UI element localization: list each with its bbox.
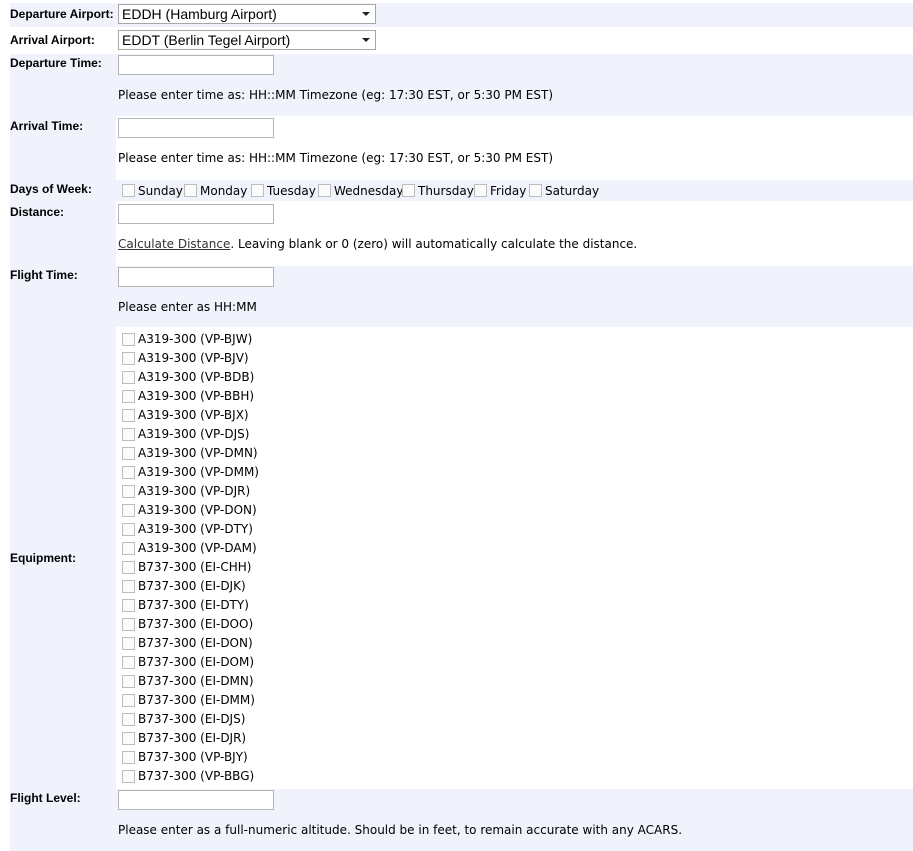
equipment-item-label: A319-300 (VP-BDB)	[138, 370, 255, 384]
saturday-checkbox[interactable]	[529, 184, 542, 197]
equipment-checkbox[interactable]	[122, 485, 135, 498]
equipment-item-label: A319-300 (VP-BBH)	[138, 389, 255, 403]
equipment-checkbox[interactable]	[122, 675, 135, 688]
equipment-checkbox[interactable]	[122, 466, 135, 479]
departure-time-label: Departure Time:	[10, 56, 102, 70]
calculate-distance-link[interactable]: Calculate Distance	[118, 237, 230, 251]
equipment-item-label: B737-300 (EI-DJS)	[138, 712, 246, 726]
equipment-checkbox[interactable]	[122, 561, 135, 574]
equipment-checkbox[interactable]	[122, 428, 135, 441]
flight-time-label: Flight Time:	[10, 268, 78, 282]
arrival-airport-label: Arrival Airport:	[10, 33, 95, 47]
equipment-checkbox[interactable]	[122, 656, 135, 669]
friday-label: Friday	[490, 184, 527, 198]
equipment-item-label: B737-300 (EI-DMM)	[138, 693, 255, 707]
equipment-item-label: A319-300 (VP-DMN)	[138, 446, 258, 460]
wednesday-checkbox[interactable]	[318, 184, 331, 197]
equipment-item-label: B737-300 (VP-BBG)	[138, 769, 255, 783]
sunday-label: Sunday	[138, 184, 183, 198]
equipment-checkbox[interactable]	[122, 713, 135, 726]
saturday-label: Saturday	[545, 184, 600, 198]
tuesday-checkbox[interactable]	[251, 184, 264, 197]
departure-airport-select[interactable]: EDDH (Hamburg Airport)	[118, 4, 376, 24]
friday-checkbox[interactable]	[474, 184, 487, 197]
equipment-checkbox[interactable]	[122, 447, 135, 460]
equipment-item-label: A319-300 (VP-DJR)	[138, 484, 251, 498]
equipment-checkbox[interactable]	[122, 523, 135, 536]
arrival-airport-select[interactable]: EDDT (Berlin Tegel Airport)	[118, 30, 376, 50]
arrival-airport-value: EDDT (Berlin Tegel Airport)	[122, 32, 291, 48]
equipment-item-label: B737-300 (EI-DTY)	[138, 598, 249, 612]
flight-level-label: Flight Level:	[10, 791, 81, 805]
wednesday-label: Wednesday	[334, 184, 404, 198]
equipment-checkbox[interactable]	[122, 504, 135, 517]
equipment-item-label: A319-300 (VP-BJV)	[138, 351, 249, 365]
flight-level-hint: Please enter as a full-numeric altitude.…	[118, 823, 683, 837]
equipment-checkbox[interactable]	[122, 352, 135, 365]
equipment-checkbox[interactable]	[122, 371, 135, 384]
distance-hint: Calculate Distance. Leaving blank or 0 (…	[118, 237, 637, 251]
flight-time-hint: Please enter as HH:MM	[118, 300, 257, 314]
departure-airport-label: Departure Airport:	[10, 7, 114, 21]
equipment-item-label: B737-300 (EI-DMN)	[138, 674, 254, 688]
equipment-item-label: A319-300 (VP-DAM)	[138, 541, 257, 555]
arrival-time-input[interactable]	[118, 118, 274, 138]
equipment-checkbox[interactable]	[122, 333, 135, 346]
equipment-checkbox[interactable]	[122, 618, 135, 631]
departure-airport-value: EDDH (Hamburg Airport)	[122, 6, 277, 22]
equipment-checkbox[interactable]	[122, 542, 135, 555]
equipment-item-label: B737-300 (EI-DOO)	[138, 617, 254, 631]
departure-time-input[interactable]	[118, 55, 274, 75]
equipment-item-label: B737-300 (EI-DJR)	[138, 731, 247, 745]
tuesday-label: Tuesday	[267, 184, 316, 198]
chevron-down-icon	[362, 12, 370, 16]
equipment-label: Equipment:	[10, 551, 76, 565]
equipment-checkbox[interactable]	[122, 751, 135, 764]
equipment-item-label: A319-300 (VP-DTY)	[138, 522, 253, 536]
arrival-time-label: Arrival Time:	[10, 119, 84, 133]
distance-hint-text: . Leaving blank or 0 (zero) will automat…	[230, 237, 638, 251]
distance-input[interactable]	[118, 204, 274, 224]
monday-checkbox[interactable]	[184, 184, 197, 197]
equipment-item-label: A319-300 (VP-DON)	[138, 503, 257, 517]
equipment-item-label: A319-300 (VP-DJS)	[138, 427, 250, 441]
equipment-checkbox[interactable]	[122, 599, 135, 612]
departure-time-hint: Please enter time as: HH::MM Timezone (e…	[118, 88, 553, 102]
flight-level-input[interactable]	[118, 790, 274, 810]
thursday-checkbox[interactable]	[402, 184, 415, 197]
equipment-item-label: B737-300 (EI-DOM)	[138, 655, 255, 669]
chevron-down-icon	[362, 38, 370, 42]
thursday-label: Thursday	[418, 184, 474, 198]
monday-label: Monday	[200, 184, 248, 198]
equipment-checkbox[interactable]	[122, 637, 135, 650]
equipment-checkbox[interactable]	[122, 770, 135, 783]
equipment-item-label: B737-300 (EI-DJK)	[138, 579, 246, 593]
distance-label: Distance:	[10, 205, 65, 219]
equipment-item-label: A319-300 (VP-BJX)	[138, 408, 249, 422]
days-of-week-label: Days of Week:	[10, 182, 92, 196]
equipment-item-label: B737-300 (EI-CHH)	[138, 560, 252, 574]
equipment-checkbox[interactable]	[122, 732, 135, 745]
equipment-item-label: A319-300 (VP-BJW)	[138, 332, 253, 346]
sunday-checkbox[interactable]	[122, 184, 135, 197]
equipment-checkbox[interactable]	[122, 694, 135, 707]
equipment-item-label: B737-300 (VP-BJY)	[138, 750, 248, 764]
flight-time-input[interactable]	[118, 267, 274, 287]
equipment-checkbox[interactable]	[122, 580, 135, 593]
equipment-item-label: A319-300 (VP-DMM)	[138, 465, 259, 479]
arrival-time-hint: Please enter time as: HH::MM Timezone (e…	[118, 151, 553, 165]
equipment-checkbox[interactable]	[122, 390, 135, 403]
equipment-item-label: B737-300 (EI-DON)	[138, 636, 253, 650]
equipment-checkbox[interactable]	[122, 409, 135, 422]
